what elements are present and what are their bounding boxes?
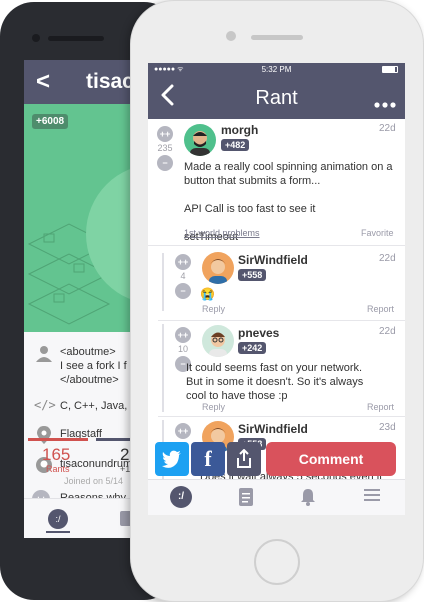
upvote-button[interactable]: ++ [157, 126, 173, 142]
vote-count: 10 [177, 344, 188, 354]
rant-line: button that submits a form... [184, 175, 321, 187]
twitter-icon [162, 450, 181, 468]
front-phone-screen: ●●●●● ᯤ 5:32 PM Rant ++ 235 − morgh +482… [148, 63, 405, 515]
comment-line: But in some it doesn't. So it's always [186, 376, 364, 388]
comment-username[interactable]: pneves [238, 326, 279, 340]
comment-body: It could seems fast on your network. But… [186, 361, 401, 403]
comment-date: 22d [379, 253, 396, 264]
comment-card: ++ 4 − SirWindfield +558 22d 😭 Reply Rep… [148, 247, 405, 319]
downvote-button[interactable]: − [157, 155, 173, 171]
vote-count: 4 [180, 271, 186, 281]
tab-bar: :/ [148, 479, 405, 515]
favorite-button[interactable]: Favorite [361, 228, 394, 238]
active-tab-underline [46, 531, 70, 533]
chevron-left-icon[interactable] [160, 83, 174, 114]
thread-line [162, 324, 164, 412]
camera [226, 31, 236, 41]
thread-line [162, 253, 164, 311]
app-header: Rant [148, 77, 405, 119]
speaker [251, 35, 303, 40]
facebook-icon: f [204, 446, 212, 471]
comment-date: 23d [379, 422, 396, 433]
upvote-button[interactable]: ++ [175, 327, 191, 343]
rant-line: Made a really cool spinning animation on… [184, 161, 393, 173]
rant-line: API Call is too fast to see it [184, 203, 316, 215]
share-icon [237, 448, 251, 468]
share-button[interactable] [227, 442, 261, 476]
rants-tab-icon[interactable]: :/ [170, 486, 192, 508]
rant-tag[interactable]: 1st world problems [184, 228, 260, 238]
comment-username[interactable]: SirWindfield [238, 422, 308, 436]
home-button[interactable] [254, 539, 300, 585]
facebook-share-button[interactable]: f [191, 442, 225, 476]
rant-line [184, 188, 399, 202]
rants-label: Rants [46, 464, 70, 474]
status-bar: ●●●●● ᯤ 5:32 PM [148, 63, 405, 77]
comment-user-score: +558 [238, 269, 267, 281]
comment-button[interactable]: Comment [266, 442, 396, 476]
comment-body: 😭 [200, 287, 215, 301]
upvote-button[interactable]: ++ [175, 254, 191, 270]
report-button[interactable]: Report [367, 304, 394, 314]
comment-line: It could seems fast on your network. [186, 362, 363, 374]
rants-count: 165 [42, 445, 71, 464]
notes-tab-icon[interactable] [236, 488, 256, 508]
page-title: Rant [255, 87, 298, 109]
avatar[interactable] [202, 252, 234, 284]
rant-date: 22d [379, 123, 396, 134]
camera [32, 34, 40, 42]
rant-user-score: +482 [221, 139, 250, 151]
battery-icon [382, 66, 398, 73]
comment-username[interactable]: SirWindfield [238, 253, 308, 267]
menu-icon[interactable] [362, 488, 382, 508]
comment-line: cool to have those :p [186, 390, 288, 402]
downvote-button[interactable]: − [175, 283, 191, 299]
twitter-share-button[interactable] [155, 442, 189, 476]
comment-card: ++ 10 − pneves +242 22d It could seems f… [148, 320, 405, 416]
avatar[interactable] [202, 325, 234, 357]
rants-tab-icon[interactable]: :/ [48, 509, 68, 529]
vote-count: 235 [157, 143, 173, 153]
reply-button[interactable]: Reply [202, 304, 225, 314]
rant-card: ++ 235 − morgh +482 22d Made a really co… [148, 119, 405, 247]
action-bar: f Comment [148, 440, 405, 480]
rant-username[interactable]: morgh [221, 123, 258, 137]
more-dots-icon[interactable] [374, 95, 396, 113]
comment-date: 22d [379, 326, 396, 337]
speaker [48, 36, 104, 41]
report-button[interactable]: Report [367, 402, 394, 412]
divider [148, 245, 405, 246]
clock: 5:32 PM [261, 65, 292, 74]
rants-stat-bar [28, 438, 88, 441]
comment-user-score: +242 [238, 342, 267, 354]
upvote-button[interactable]: ++ [175, 423, 191, 439]
reply-button[interactable]: Reply [202, 402, 225, 412]
avatar[interactable] [184, 124, 216, 156]
notifications-bell-icon[interactable] [298, 488, 318, 508]
